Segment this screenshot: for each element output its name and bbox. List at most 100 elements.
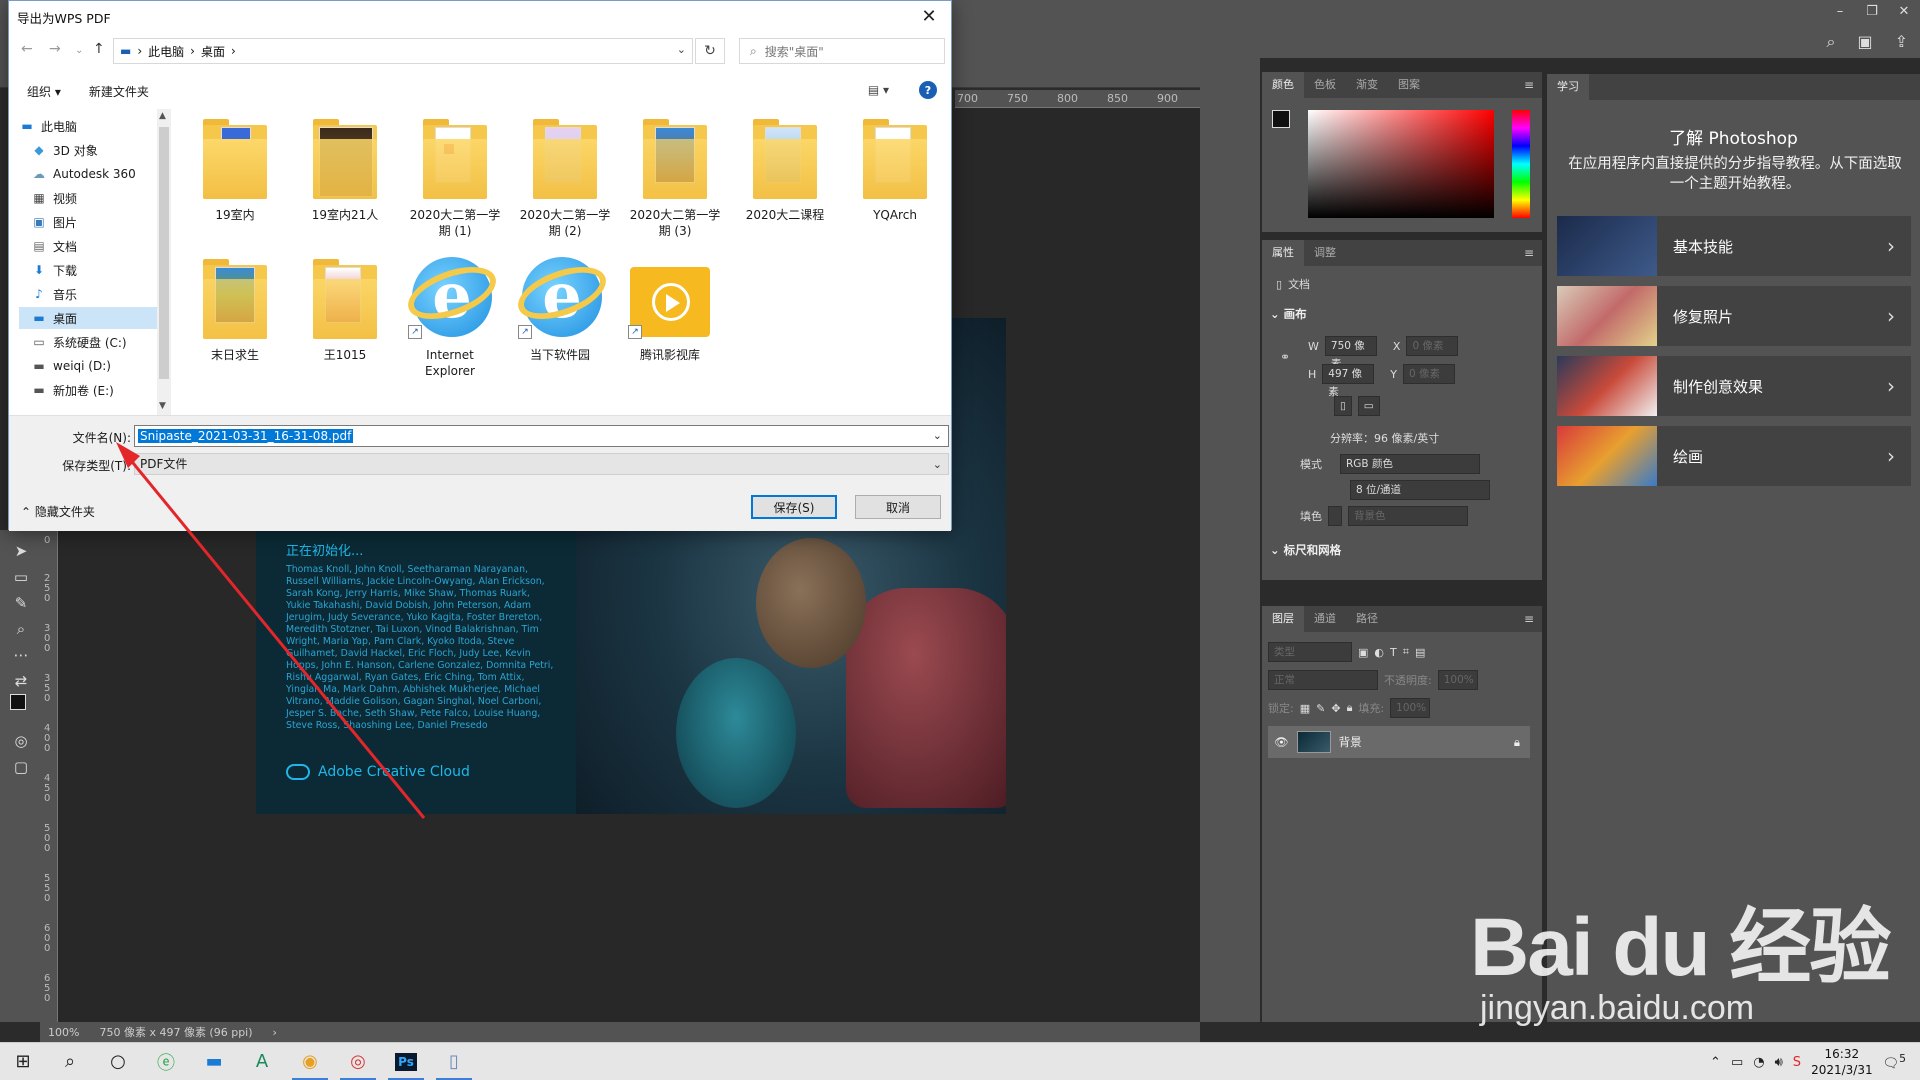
quick-mask-icon[interactable]: ◎ [10, 730, 32, 752]
list-item[interactable]: e ↗ 当下软件园 [510, 256, 613, 363]
photoshop-icon[interactable]: Ps [382, 1043, 430, 1080]
chevron-down-icon[interactable]: ⌄ [677, 43, 686, 56]
tab-channels[interactable]: 通道 [1304, 606, 1346, 632]
help-icon[interactable]: ? [919, 81, 937, 99]
nav-item-drive-e[interactable]: ▬ 新加卷 (E:) [31, 379, 169, 401]
search-icon[interactable]: ⌕ [1827, 32, 1836, 52]
computer-icon[interactable]: ▬ [190, 1043, 238, 1080]
x-field[interactable]: 0 像素 [1406, 336, 1459, 356]
breadcrumb-item[interactable]: 桌面 [195, 43, 231, 60]
organize-button[interactable]: 组织 ▾ [9, 83, 71, 100]
move-tool-icon[interactable]: ➤ [10, 540, 32, 562]
nav-item-drive-d[interactable]: ▬ weiqi (D:) [31, 355, 169, 377]
browser-icon[interactable]: ⓔ [142, 1043, 190, 1080]
forward-icon[interactable]: → [49, 41, 61, 57]
scroll-thumb[interactable] [159, 127, 169, 379]
hide-folders-toggle[interactable]: ⌃ 隐藏文件夹 [21, 503, 95, 520]
list-item[interactable]: 王1015 [295, 257, 395, 363]
share-icon[interactable]: ⇪ [1895, 32, 1908, 52]
close-icon[interactable]: ✕ [907, 1, 951, 31]
new-folder-button[interactable]: 新建文件夹 [71, 83, 159, 100]
nav-item-music[interactable]: ♪ 音乐 [31, 283, 169, 305]
tab-patterns[interactable]: 图案 [1388, 72, 1430, 98]
canvas-section[interactable]: ⌄ 画布 [1270, 306, 1307, 322]
task-view-icon[interactable]: ○ [94, 1043, 142, 1080]
list-item[interactable]: 19室内 [185, 117, 285, 223]
lock-paint-icon[interactable]: ✎ [1316, 702, 1325, 715]
filter-adjust-icon[interactable]: ◐ [1374, 646, 1384, 659]
close-icon[interactable]: ✕ [1888, 0, 1920, 22]
back-icon[interactable]: ← [21, 41, 33, 57]
rulers-section[interactable]: ⌄ 标尺和网格 [1270, 542, 1341, 558]
chevron-up-icon[interactable]: ⌃ [1710, 1055, 1721, 1070]
nav-item-3d[interactable]: ◆ 3D 对象 [31, 139, 169, 161]
address-bar[interactable]: ▬ › 此电脑 › 桌面 › ⌄ [113, 38, 693, 64]
nav-item-downloads[interactable]: ⬇ 下载 [31, 259, 169, 281]
panel-menu-icon[interactable]: ≡ [1524, 246, 1534, 260]
network-icon[interactable]: ▭ [1731, 1055, 1743, 1070]
notification-icon[interactable]: 🗨︎5 [1883, 1052, 1906, 1071]
clock[interactable]: 16:32 2021/3/31 [1811, 1046, 1873, 1078]
chevron-down-icon[interactable]: ▼ [159, 401, 166, 411]
list-item[interactable]: 末日求生 [185, 257, 285, 363]
lock-move-icon[interactable]: ✥ [1331, 702, 1340, 715]
panel-menu-icon[interactable]: ≡ [1524, 612, 1534, 626]
fill-field[interactable]: 100% [1390, 698, 1431, 718]
lock-all-icon[interactable]: 🔒︎ [1347, 701, 1353, 715]
layer-kind-filter[interactable]: 类型 [1268, 642, 1352, 662]
tab-swatches[interactable]: 色板 [1304, 72, 1346, 98]
zoom-tool-icon[interactable]: ⌕ [10, 618, 32, 640]
chevron-down-icon[interactable]: ⌄ [933, 429, 942, 442]
restore-icon[interactable]: ❐ [1856, 0, 1888, 22]
fill-select[interactable]: 背景色 [1348, 506, 1468, 526]
link-icon[interactable]: ⚭ [1280, 350, 1290, 364]
marquee-tool-icon[interactable]: ▭ [10, 566, 32, 588]
nav-item-this-pc[interactable]: ▬ 此电脑 [19, 115, 157, 137]
nav-item-drive-c[interactable]: ▭ 系统硬盘 (C:) [31, 331, 169, 353]
view-options-icon[interactable]: ▤ ▾ [868, 83, 889, 97]
screen-mode-icon[interactable]: ▢ [10, 756, 32, 778]
volume-icon[interactable]: 🔊︎ [1775, 1055, 1783, 1070]
foreground-swatch[interactable] [1272, 110, 1290, 128]
refresh-icon[interactable]: ↻ [695, 38, 725, 64]
list-item[interactable]: YQArch [845, 117, 945, 223]
chevron-up-icon[interactable]: ▲ [159, 111, 166, 121]
chrome-icon[interactable]: ◎ [334, 1043, 382, 1080]
tab-learn[interactable]: 学习 [1547, 74, 1589, 100]
learn-card-painting[interactable]: 绘画 › [1557, 426, 1911, 486]
panel-menu-icon[interactable]: ≡ [1524, 78, 1534, 92]
y-field[interactable]: 0 像素 [1403, 364, 1456, 384]
search-icon[interactable]: ⌕ [46, 1043, 94, 1080]
tab-color[interactable]: 颜色 [1262, 72, 1304, 98]
tab-gradients[interactable]: 渐变 [1346, 72, 1388, 98]
filename-field[interactable]: Snipaste_2021-03-31_16-31-08.pdf ⌄ [134, 425, 949, 447]
list-item[interactable]: 2020大二第一学期 (1) [405, 117, 505, 239]
workspace-icon[interactable]: ▣ [1857, 32, 1872, 52]
breadcrumb-item[interactable]: 此电脑 [142, 43, 190, 60]
width-field[interactable]: 750 像素 [1324, 336, 1377, 370]
filter-shape-icon[interactable]: ⌗ [1403, 645, 1409, 659]
swap-colors-icon[interactable]: ⇄ [10, 670, 32, 692]
color-field[interactable] [1308, 110, 1494, 218]
nav-scrollbar[interactable]: ▲ ▼ [157, 109, 171, 415]
app-icon[interactable]: A [238, 1043, 286, 1080]
foreground-color-icon[interactable] [10, 694, 26, 710]
minimize-icon[interactable]: – [1824, 0, 1856, 22]
zoom-level[interactable]: 100% [48, 1026, 79, 1039]
document-icon[interactable]: ▯ [430, 1043, 478, 1080]
tab-properties[interactable]: 属性 [1262, 240, 1304, 266]
cancel-button[interactable]: 取消 [855, 495, 941, 519]
wifi-icon[interactable]: ◔ [1753, 1055, 1764, 1070]
lock-pixels-icon[interactable]: ▦ [1300, 702, 1310, 715]
mode-select[interactable]: RGB 颜色 [1340, 454, 1480, 474]
nav-item-videos[interactable]: ▦ 视频 [31, 187, 169, 209]
app-icon[interactable]: ◉ [286, 1043, 334, 1080]
list-item[interactable]: 2020大二课程 [735, 117, 835, 223]
portrait-icon[interactable]: ▯ [1334, 396, 1352, 416]
nav-item-autodesk[interactable]: ☁ Autodesk 360 [31, 163, 169, 185]
list-item[interactable]: ↗ 腾讯影视库 [620, 257, 720, 363]
chevron-right-icon[interactable]: › [273, 1026, 277, 1039]
fill-swatch[interactable] [1328, 506, 1342, 526]
landscape-icon[interactable]: ▭ [1357, 396, 1380, 416]
save-button[interactable]: 保存(S) [751, 495, 837, 519]
